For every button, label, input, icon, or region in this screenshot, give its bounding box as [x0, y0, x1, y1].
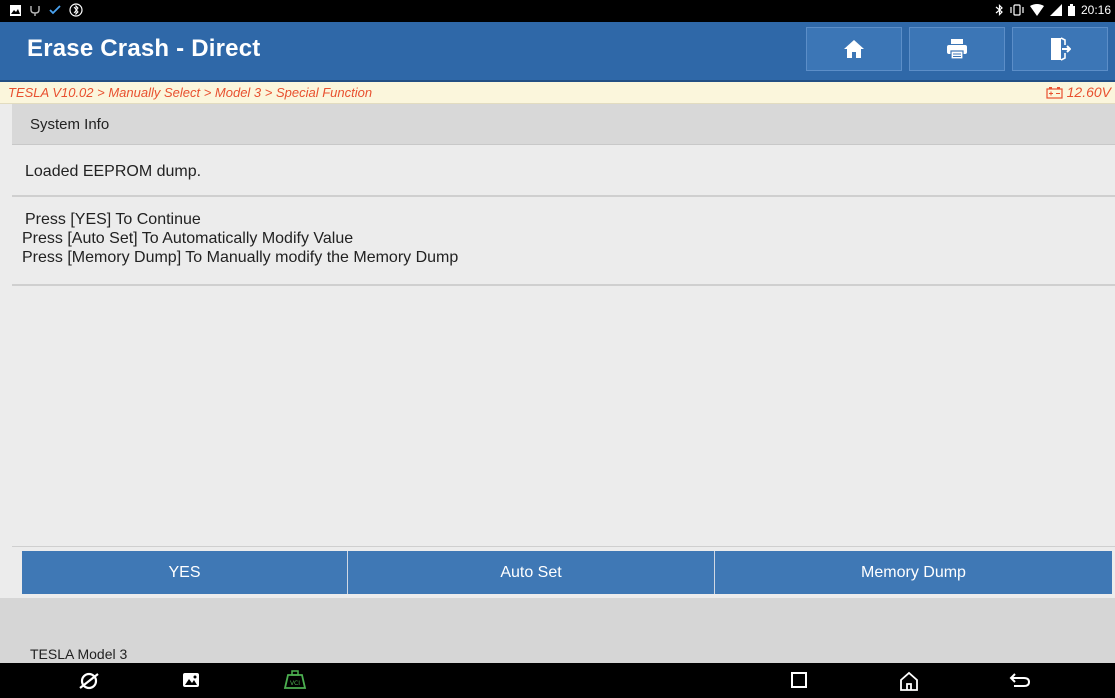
print-icon [947, 39, 967, 60]
back-icon[interactable] [1008, 670, 1032, 690]
vci-icon[interactable]: VCI [283, 670, 307, 692]
message-block-status: Loaded EEPROM dump. [12, 145, 1115, 197]
status-bar: 20:16 [0, 0, 1115, 22]
message-block-instructions: Press [YES] To Continue Press [Auto Set]… [12, 197, 1115, 286]
auto-set-button[interactable]: Auto Set [348, 551, 715, 594]
gallery-icon[interactable] [181, 670, 201, 690]
message-status-text: Loaded EEPROM dump. [25, 163, 202, 180]
action-button-row: YES Auto Set Memory Dump [22, 551, 1112, 594]
clock: 20:16 [1080, 3, 1111, 17]
instruction-line: Press [Memory Dump] To Manually modify t… [22, 249, 459, 266]
print-button[interactable] [909, 27, 1005, 71]
footer: TESLA Model 3 [0, 598, 1115, 663]
bluetooth-icon [995, 4, 1003, 16]
navigation-bar: VCI [0, 663, 1115, 698]
system-info-label: System Info [30, 116, 110, 133]
home-icon [844, 40, 864, 58]
usb-icon [30, 6, 40, 16]
check-icon [49, 5, 61, 15]
voltage-value: 12.60V [1066, 84, 1111, 100]
title-bar: Erase Crash - Direct [0, 22, 1115, 82]
battery-voltage-icon [1046, 86, 1063, 99]
page-title: Erase Crash - Direct [27, 35, 261, 62]
yes-button[interactable]: YES [22, 551, 348, 594]
battery-icon [1067, 4, 1075, 16]
home-button[interactable] [806, 27, 902, 71]
image-icon [10, 4, 21, 16]
bluetooth-alt-icon [69, 3, 83, 17]
breadcrumb-bar: TESLA V10.02 > Manually Select > Model 3… [0, 82, 1115, 104]
signal-icon [1049, 4, 1062, 16]
breadcrumb: TESLA V10.02 > Manually Select > Model 3… [8, 85, 373, 100]
status-right: 20:16 [995, 3, 1111, 17]
vibrate-icon [1010, 4, 1024, 16]
status-left [10, 3, 83, 17]
home-nav-icon[interactable] [898, 670, 920, 692]
wifi-icon [1029, 4, 1044, 16]
voltage-readout: 12.60V [1046, 84, 1111, 100]
recent-apps-icon[interactable] [789, 670, 809, 690]
exit-button[interactable] [1012, 27, 1108, 71]
system-info-header: System Info [12, 104, 1115, 145]
memory-dump-button[interactable]: Memory Dump [715, 551, 1112, 594]
exit-icon [1051, 37, 1071, 61]
content-area [12, 286, 1115, 547]
browser-icon[interactable] [78, 670, 100, 692]
instruction-line: Press [Auto Set] To Automatically Modify… [22, 230, 354, 247]
instruction-line: Press [YES] To Continue [25, 211, 201, 228]
vehicle-label: TESLA Model 3 [30, 646, 128, 662]
svg-text:VCI: VCI [290, 680, 300, 687]
